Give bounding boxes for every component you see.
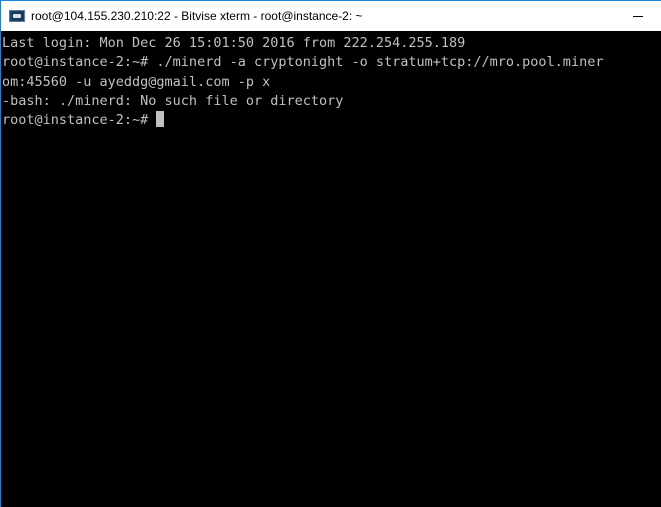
title-bar[interactable]: root@104.155.230.210:22 - Bitvise xterm … (1, 1, 661, 31)
terminal-line: root@instance-2:~# ./minerd -a cryptonig… (2, 54, 604, 71)
text-cursor (156, 111, 165, 128)
prompt-line: root@instance-2:~# (2, 111, 661, 130)
shell-prompt: root@instance-2:~# (2, 112, 149, 129)
terminal-line: om:45560 -u ayeddg@gmail.com -p x (2, 73, 271, 90)
terminal-line: Last login: Mon Dec 26 15:01:50 2016 fro… (2, 35, 466, 51)
bitvise-terminal-icon[interactable] (9, 10, 25, 22)
terminal-window: root@104.155.230.210:22 - Bitvise xterm … (0, 0, 661, 507)
minimize-button[interactable] (615, 1, 661, 31)
window-controls (615, 1, 661, 31)
minimize-icon (633, 15, 643, 17)
window-title: root@104.155.230.210:22 - Bitvise xterm … (31, 9, 363, 23)
terminal-line: -bash: ./minerd: No such file or directo… (2, 92, 344, 109)
terminal-output[interactable]: Last login: Mon Dec 26 15:01:50 2016 fro… (1, 31, 661, 507)
